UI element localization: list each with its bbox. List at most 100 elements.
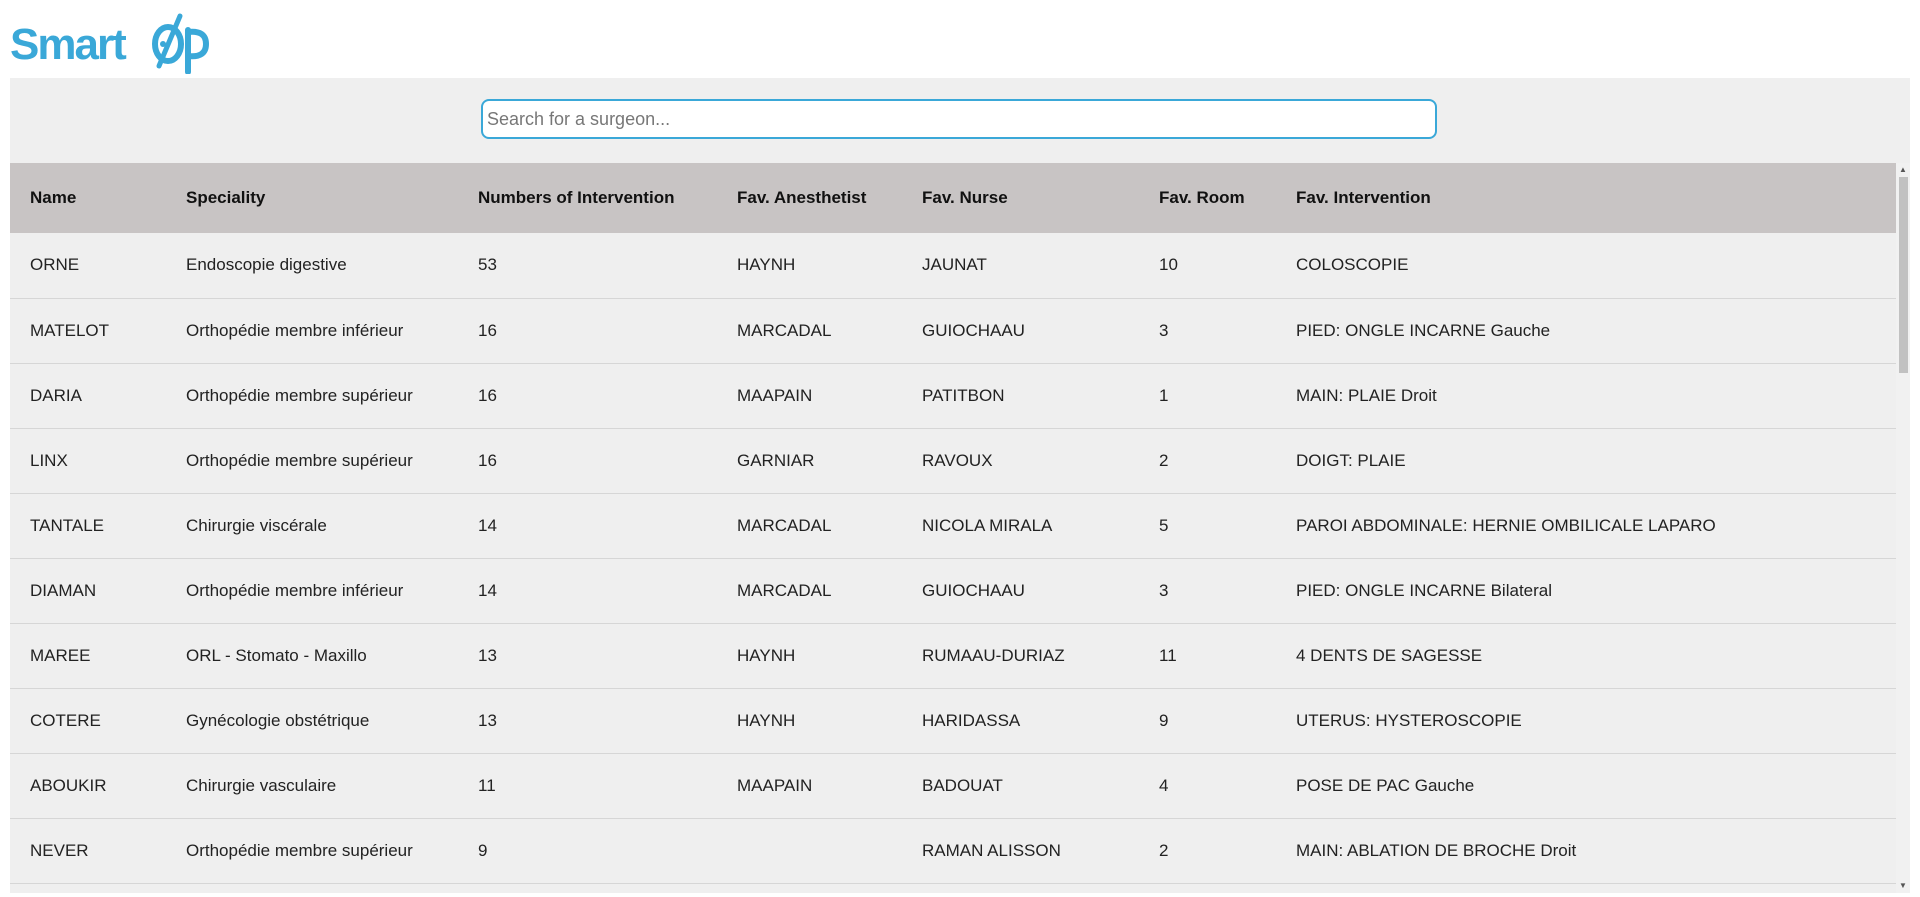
cell-room: 3 bbox=[1159, 580, 1169, 600]
cell-nurse: RUMAAU-DURIAZ bbox=[922, 645, 1065, 665]
surgeons-panel: Name Speciality Numbers of Intervention … bbox=[10, 78, 1910, 893]
cell-name: MATELOT bbox=[30, 320, 110, 340]
cell-interventions: 14 bbox=[478, 515, 497, 535]
cell-intervention: UTERUS: HYSTEROSCOPIE bbox=[1296, 710, 1522, 730]
cell-anesthetist: HAYNH bbox=[737, 710, 796, 730]
cell-speciality: Orthopédie membre supérieur bbox=[186, 385, 413, 405]
cell-anesthetist: HAYNH bbox=[737, 645, 796, 665]
cell-name: DARIA bbox=[30, 385, 82, 405]
table-row[interactable]: ABOUKIR Chirurgie vasculaire 11 MAAPAIN … bbox=[10, 753, 1896, 818]
surgeon-search-input[interactable] bbox=[481, 99, 1437, 139]
cell-anesthetist: MARCADAL bbox=[737, 320, 832, 340]
cell-name: TANTALE bbox=[30, 515, 104, 535]
cell-nurse: PATITBON bbox=[922, 385, 1005, 405]
table-row[interactable]: NEVER Orthopédie membre supérieur 9 RAMA… bbox=[10, 818, 1896, 883]
cell-speciality: ORL - Stomato - Maxillo bbox=[186, 645, 367, 665]
cell-room: 2 bbox=[1159, 840, 1169, 860]
cell-speciality: Chirurgie vasculaire bbox=[186, 775, 337, 795]
cell-intervention: MAIN: ABLATION DE BROCHE Droit bbox=[1296, 840, 1577, 860]
table-row[interactable]: TANTALE Chirurgie viscérale 14 MARCADAL … bbox=[10, 493, 1896, 558]
cell-interventions: 16 bbox=[478, 450, 497, 470]
cell-anesthetist: MARCADAL bbox=[737, 515, 832, 535]
cell-name: DIAMAN bbox=[30, 580, 97, 600]
search-bar bbox=[481, 99, 1437, 139]
cell-intervention: DOIGT: PLAIE bbox=[1296, 450, 1406, 470]
table-row[interactable]: MAREE ORL - Stomato - Maxillo 13 HAYNH R… bbox=[10, 623, 1896, 688]
cell-nurse: BADOUAT bbox=[922, 775, 1003, 795]
cell-name: ORNE bbox=[30, 255, 80, 275]
cell-intervention: PAROI ABDOMINALE: HERNIE OMBILICALE LAPA… bbox=[1296, 515, 1716, 535]
cell-name: COTERE bbox=[30, 710, 101, 730]
cell-interventions: 13 bbox=[478, 710, 497, 730]
column-header-anesthetist[interactable]: Fav. Anesthetist bbox=[717, 163, 902, 233]
cell-name: ABOUKIR bbox=[30, 775, 107, 795]
cell-nurse: RAMAN ALISSON bbox=[922, 840, 1061, 860]
cell-interventions: 16 bbox=[478, 385, 497, 405]
cell-intervention: PIED: ONGLE INCARNE Gauche bbox=[1296, 320, 1551, 340]
app-header: Smart bbox=[0, 0, 1920, 78]
table-row[interactable]: ORNE Endoscopie digestive 53 HAYNH JAUNA… bbox=[10, 233, 1896, 298]
cell-speciality: Chirurgie viscérale bbox=[186, 515, 327, 535]
table-row[interactable]: LINX Orthopédie membre supérieur 16 GARN… bbox=[10, 428, 1896, 493]
cell-name: NEVER bbox=[30, 840, 89, 860]
smartop-logo[interactable]: Smart bbox=[10, 12, 210, 74]
cell-speciality: Orthopédie membre supérieur bbox=[186, 840, 413, 860]
column-header-speciality[interactable]: Speciality bbox=[166, 163, 458, 233]
cell-intervention: PIED: ONGLE INCARNE Bilateral bbox=[1296, 580, 1553, 600]
cell-room: 5 bbox=[1159, 515, 1169, 535]
column-header-nurse[interactable]: Fav. Nurse bbox=[902, 163, 1139, 233]
table-row[interactable]: DARIA Orthopédie membre supérieur 16 MAA… bbox=[10, 363, 1896, 428]
table-row[interactable]: DIAMAN Orthopédie membre inférieur 14 MA… bbox=[10, 558, 1896, 623]
cell-room: 4 bbox=[1159, 775, 1169, 795]
table-header-row: Name Speciality Numbers of Intervention … bbox=[10, 163, 1896, 233]
cell-speciality: Endoscopie digestive bbox=[186, 255, 347, 275]
cell-anesthetist: GARNIAR bbox=[737, 450, 815, 470]
cell-anesthetist: HAYNH bbox=[737, 255, 796, 275]
cell-room: 9 bbox=[1159, 710, 1169, 730]
cell-nurse: GUIOCHAAU bbox=[922, 580, 1025, 600]
column-header-room[interactable]: Fav. Room bbox=[1139, 163, 1276, 233]
scrollbar-thumb[interactable] bbox=[1899, 177, 1908, 373]
cell-nurse: JAUNAT bbox=[922, 255, 987, 275]
cell-interventions: 16 bbox=[478, 320, 497, 340]
scroll-down-arrow-icon[interactable]: ▼ bbox=[1896, 879, 1910, 893]
cell-name: LINX bbox=[30, 450, 68, 470]
cell-room: 2 bbox=[1159, 450, 1169, 470]
cell-anesthetist: MARCADAL bbox=[737, 580, 832, 600]
cell-interventions: 53 bbox=[478, 255, 497, 275]
cell-speciality: Orthopédie membre supérieur bbox=[186, 450, 413, 470]
cell-interventions: 13 bbox=[478, 645, 497, 665]
cell-interventions: 14 bbox=[478, 580, 497, 600]
cell-anesthetist bbox=[717, 818, 902, 883]
cell-anesthetist: MAAPAIN bbox=[737, 385, 813, 405]
cell-room: 10 bbox=[1159, 255, 1178, 275]
cell-speciality: Gynécologie obstétrique bbox=[186, 710, 370, 730]
cell-nurse: RAVOUX bbox=[922, 450, 993, 470]
cell-room: 3 bbox=[1159, 320, 1169, 340]
cell-intervention: POSE DE PAC Gauche bbox=[1296, 775, 1475, 795]
cell-anesthetist: MAAPAIN bbox=[737, 775, 813, 795]
cell-room: 11 bbox=[1159, 645, 1177, 665]
cell-intervention: MAIN: PLAIE Droit bbox=[1296, 385, 1437, 405]
cell-nurse: GUIOCHAAU bbox=[922, 320, 1025, 340]
scroll-up-arrow-icon[interactable]: ▲ bbox=[1896, 163, 1910, 177]
svg-text:Smart: Smart bbox=[10, 20, 127, 69]
smartop-logo-mark: Smart bbox=[10, 13, 210, 74]
cell-interventions: 11 bbox=[478, 775, 496, 795]
surgeons-table: Name Speciality Numbers of Intervention … bbox=[10, 163, 1896, 884]
cell-name: MAREE bbox=[30, 645, 91, 665]
cell-speciality: Orthopédie membre inférieur bbox=[186, 580, 404, 600]
column-header-name[interactable]: Name bbox=[10, 163, 166, 233]
cell-nurse: HARIDASSA bbox=[922, 710, 1021, 730]
table-row[interactable]: MATELOT Orthopédie membre inférieur 16 M… bbox=[10, 298, 1896, 363]
column-header-intervention[interactable]: Fav. Intervention bbox=[1276, 163, 1896, 233]
column-header-interventions[interactable]: Numbers of Intervention bbox=[458, 163, 717, 233]
cell-intervention: 4 DENTS DE SAGESSE bbox=[1296, 645, 1483, 665]
cell-interventions: 9 bbox=[478, 840, 488, 860]
cell-speciality: Orthopédie membre inférieur bbox=[186, 320, 404, 340]
table-row[interactable]: COTERE Gynécologie obstétrique 13 HAYNH … bbox=[10, 688, 1896, 753]
cell-intervention: COLOSCOPIE bbox=[1296, 255, 1409, 275]
cell-nurse: NICOLA MIRALA bbox=[922, 515, 1053, 535]
cell-room: 1 bbox=[1159, 385, 1169, 405]
table-scrollbar[interactable]: ▲ ▼ bbox=[1896, 163, 1910, 893]
